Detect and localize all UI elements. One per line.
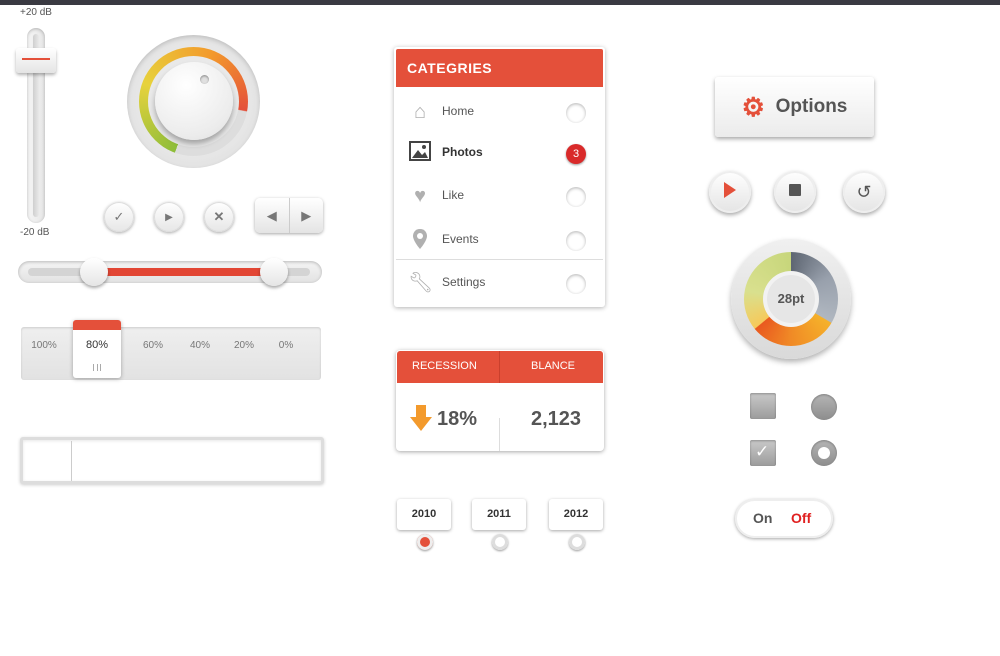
category-item-settings[interactable]: 🔧︎ Settings	[396, 261, 603, 303]
category-item-home[interactable]: ⌂ Home	[396, 90, 603, 132]
percent-selector[interactable]	[21, 327, 321, 380]
stats-header-divider	[499, 351, 500, 383]
stats-col1-value: 18%	[437, 408, 478, 430]
location-pin-icon	[408, 228, 432, 252]
category-label: Like	[442, 188, 465, 202]
category-label: Events	[442, 232, 479, 246]
range-slider-thumb-low[interactable]	[80, 258, 108, 286]
play-small-button[interactable]: ▶	[154, 202, 184, 232]
gauge-value: 28pt	[767, 275, 815, 323]
year-tag[interactable]: 2011	[472, 499, 526, 530]
notification-badge: 3	[566, 144, 586, 164]
category-item-like[interactable]: ♥ Like	[396, 174, 603, 216]
category-item-photos[interactable]: Photos 3	[396, 131, 603, 173]
category-radio[interactable]	[566, 231, 586, 251]
close-button[interactable]: ✕	[204, 202, 234, 232]
categories-title: CATEGRIES	[396, 49, 603, 87]
year-dot-active[interactable]	[417, 534, 433, 550]
right-arrow-icon[interactable]: ▶	[290, 198, 324, 233]
toggle-on-label: On	[753, 510, 773, 526]
stats-col2-value: 2,123	[531, 408, 582, 430]
category-label: Home	[442, 104, 475, 118]
percent-option[interactable]: 20%	[224, 340, 264, 351]
left-arrow-icon[interactable]: ◀	[255, 198, 290, 233]
toggle-off-label: Off	[791, 510, 812, 526]
category-divider	[396, 259, 603, 260]
percent-selector-handle-top	[73, 320, 121, 330]
top-bar	[0, 0, 1000, 5]
year-tag[interactable]: 2010	[397, 499, 451, 530]
input-divider	[71, 441, 72, 481]
replay-button[interactable]: ↺	[843, 171, 885, 213]
radio-unselected[interactable]	[811, 394, 837, 420]
percent-selected-value: 80%	[85, 339, 109, 351]
rotary-knob[interactable]	[155, 62, 233, 140]
stop-icon	[789, 183, 801, 201]
gear-icon: ⚙	[741, 92, 765, 122]
down-arrow-icon	[410, 405, 432, 431]
percent-option[interactable]: 100%	[24, 340, 64, 351]
stats-col1-label: RECESSION	[412, 360, 477, 372]
range-slider-fill	[94, 268, 274, 276]
category-item-events[interactable]: Events	[396, 218, 603, 260]
radio-selected[interactable]	[811, 440, 837, 466]
volume-min-label: -20 dB	[20, 227, 50, 238]
checkbox-checked[interactable]: ✓	[750, 440, 776, 466]
volume-slider-handle[interactable]	[16, 48, 56, 73]
arrow-pager: ◀ ▶	[255, 198, 323, 233]
replay-icon: ↺	[856, 181, 872, 202]
close-icon: ✕	[213, 209, 225, 224]
on-off-toggle[interactable]: On Off	[735, 499, 833, 538]
options-label: Options	[775, 96, 848, 117]
text-input[interactable]	[20, 437, 324, 484]
stats-divider	[499, 418, 500, 451]
category-radio[interactable]	[566, 187, 586, 207]
options-button[interactable]: ⚙ Options	[715, 77, 874, 137]
image-icon	[408, 141, 432, 165]
category-label: Photos	[442, 145, 483, 159]
percent-option[interactable]: 60%	[133, 340, 173, 351]
percent-option[interactable]: 0%	[266, 340, 306, 351]
year-tag[interactable]: 2012	[549, 499, 603, 530]
radio-dot	[818, 447, 830, 459]
wrench-icon: 🔧︎	[408, 272, 434, 294]
year-dot[interactable]	[492, 534, 508, 550]
percent-option[interactable]: 40%	[180, 340, 220, 351]
play-button[interactable]	[709, 171, 751, 213]
play-icon	[723, 181, 737, 204]
year-dot[interactable]	[569, 534, 585, 550]
check-icon: ✓	[113, 209, 125, 224]
play-icon: ▶	[165, 211, 173, 223]
category-label: Settings	[442, 275, 486, 289]
checkbox-unchecked[interactable]	[750, 393, 776, 419]
knob-indicator	[200, 75, 209, 84]
category-radio[interactable]	[566, 274, 586, 294]
grip-icon	[93, 364, 101, 371]
home-icon: ⌂	[413, 101, 427, 123]
heart-icon: ♥	[414, 185, 426, 207]
category-radio[interactable]	[566, 103, 586, 123]
range-slider-thumb-high[interactable]	[260, 258, 288, 286]
check-button[interactable]: ✓	[104, 202, 134, 232]
stop-button[interactable]	[774, 171, 816, 213]
stats-col2-label: BLANCE	[531, 360, 576, 372]
check-icon: ✓	[755, 442, 770, 461]
volume-max-label: +20 dB	[20, 7, 52, 18]
